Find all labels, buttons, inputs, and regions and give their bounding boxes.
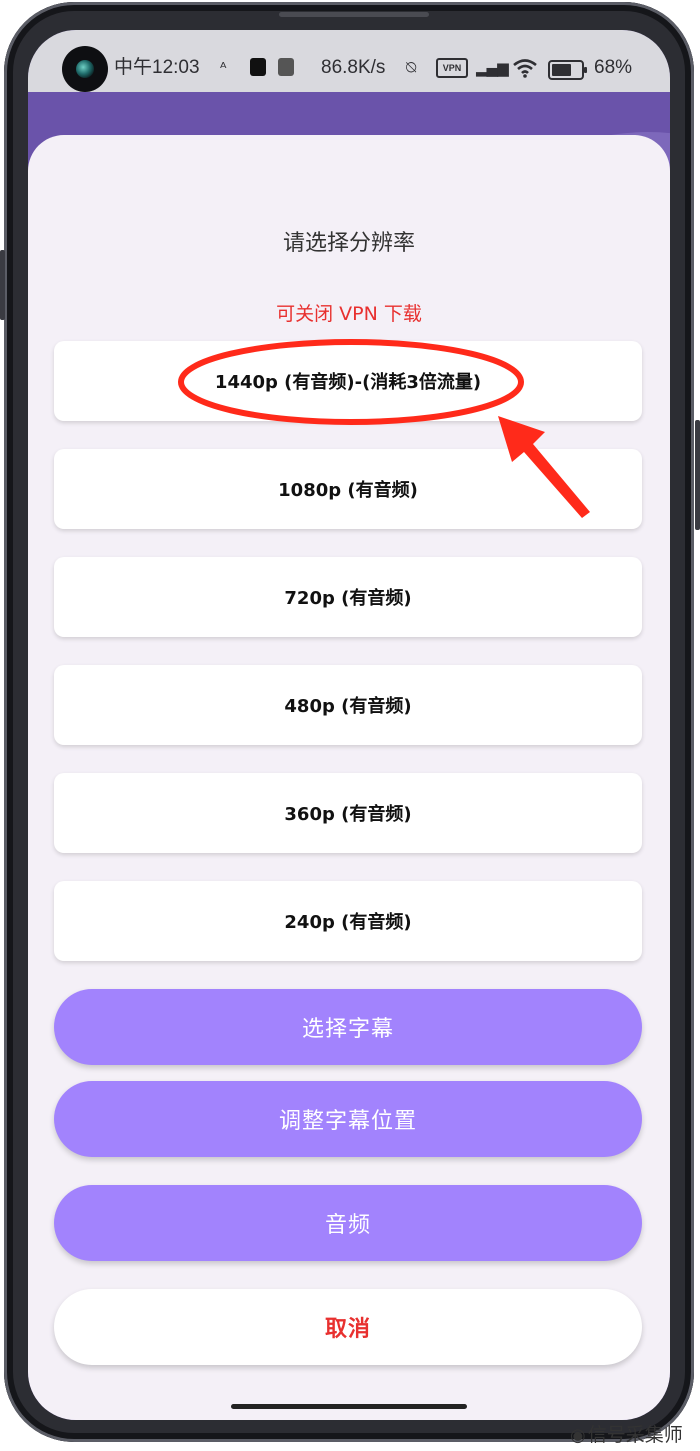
watermark: ◉ 信号采集师 xyxy=(570,1420,683,1447)
dialog-title: 请选择分辨率 xyxy=(282,231,415,256)
home-indicator[interactable] xyxy=(231,1404,467,1409)
battery-percent: 68% xyxy=(594,57,633,78)
option-1440p[interactable]: 1440p (有音频)-(消耗3倍流量) xyxy=(54,341,642,421)
adjust-subtitle-position-button[interactable]: 调整字幕位置 xyxy=(54,1081,642,1157)
volume-button xyxy=(0,250,5,320)
weibo-logo-icon: ◉ xyxy=(570,1425,586,1446)
cancel-button[interactable]: 取消 xyxy=(54,1289,642,1365)
status-time: 中午12:03 xyxy=(114,57,200,78)
signal-icon: ▂▄▆ xyxy=(476,59,509,77)
front-camera xyxy=(62,46,108,92)
notification-square-icon xyxy=(278,58,294,76)
wifi-icon xyxy=(513,59,537,78)
option-1080p[interactable]: 1080p (有音频) xyxy=(54,449,642,529)
speaker-grille xyxy=(279,12,429,17)
watermark-text: 信号采集师 xyxy=(587,1424,683,1446)
phone-screen: 中午12:03 ᴬ 86.8K/s ⍉ VPN ▂▄▆ 68% 请选择分辨率 可… xyxy=(28,30,670,1420)
power-button xyxy=(695,420,700,530)
vpn-note: 可关闭 VPN 下载 xyxy=(276,303,422,325)
notification-square-icon xyxy=(250,58,266,76)
option-720p[interactable]: 720p (有音频) xyxy=(54,557,642,637)
option-240p[interactable]: 240p (有音频) xyxy=(54,881,642,961)
status-bar: 中午12:03 ᴬ 86.8K/s ⍉ VPN ▂▄▆ 68% xyxy=(28,30,670,92)
audio-button[interactable]: 音频 xyxy=(54,1185,642,1261)
mute-icon: ⍉ xyxy=(406,58,417,78)
vpn-icon: VPN xyxy=(436,58,468,78)
app-notification-icon: ᴬ xyxy=(220,59,227,77)
option-360p[interactable]: 360p (有音频) xyxy=(54,773,642,853)
option-480p[interactable]: 480p (有音频) xyxy=(54,665,642,745)
select-subtitle-button[interactable]: 选择字幕 xyxy=(54,989,642,1065)
battery-icon xyxy=(548,60,587,80)
resolution-dialog: 请选择分辨率 可关闭 VPN 下载 1440p (有音频)-(消耗3倍流量) 1… xyxy=(28,135,670,1420)
network-speed: 86.8K/s xyxy=(321,57,386,78)
